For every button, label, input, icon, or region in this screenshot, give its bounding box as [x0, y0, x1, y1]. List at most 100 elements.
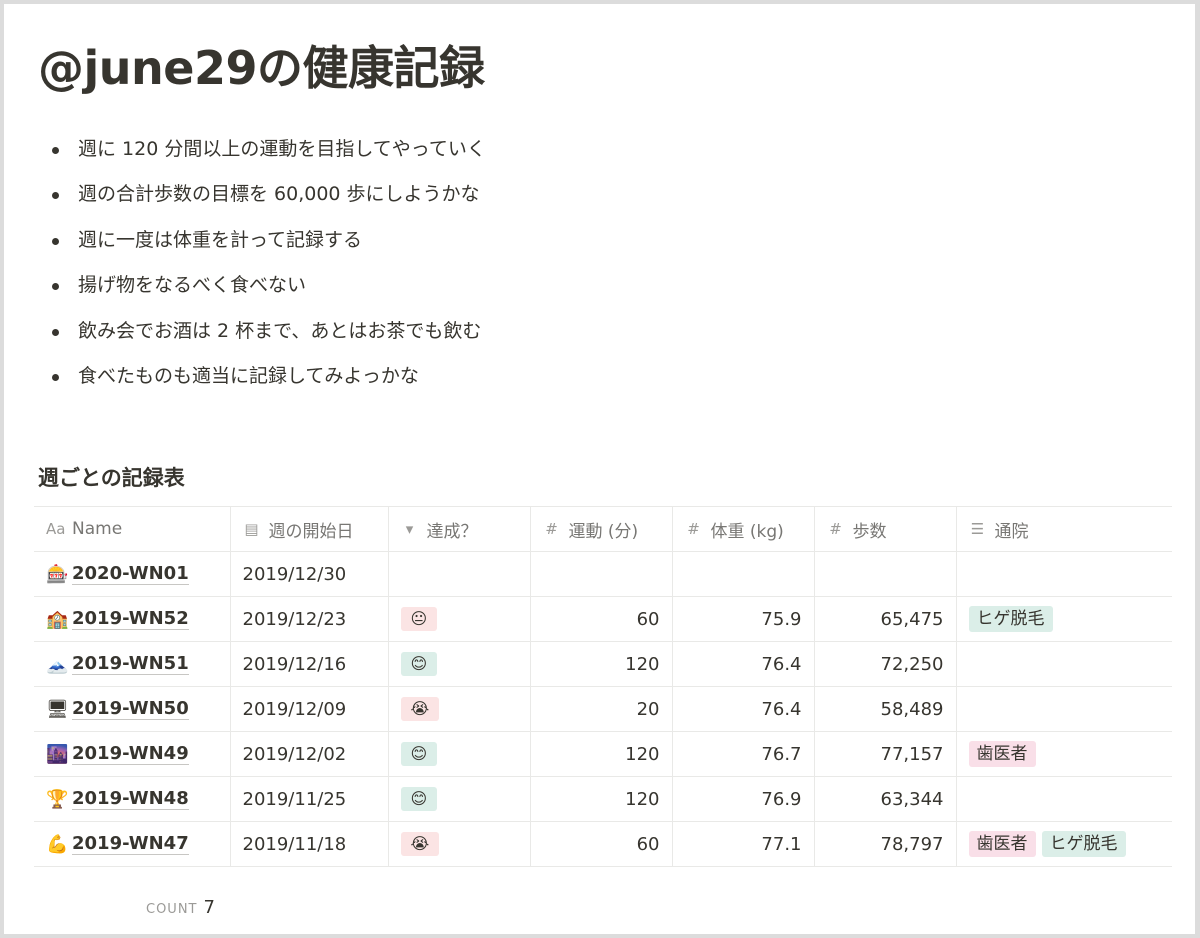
- list-item: 週の合計歩数の目標を 60,000 歩にしようかな: [46, 179, 486, 224]
- cell-exercise[interactable]: 120: [530, 641, 673, 687]
- cell-start-date[interactable]: 2019/11/25: [230, 776, 389, 822]
- cell-clinic[interactable]: [956, 686, 1172, 732]
- cell-exercise[interactable]: [530, 551, 673, 597]
- list-item-text: 飲み会でお酒は 2 杯まで、あとはお茶でも飲む: [78, 319, 482, 342]
- cell-name[interactable]: 🎰 2020-WN01: [34, 551, 231, 597]
- table-row[interactable]: 🏆 2019-WN48 2019/11/25 😊 120 76.9 63,344: [34, 776, 1172, 822]
- cell-clinic[interactable]: [956, 551, 1172, 597]
- number-icon: #: [829, 520, 842, 538]
- column-header-weight[interactable]: # 体重 (kg): [672, 506, 815, 552]
- table-row[interactable]: 🌆 2019-WN49 2019/12/02 😊 120 76.7 77,157 歯医者: [34, 731, 1172, 777]
- cell-clinic[interactable]: [956, 641, 1172, 687]
- cell-weight[interactable]: 76.4: [672, 641, 815, 687]
- page-emoji-icon: 🏆: [46, 788, 69, 810]
- cell-start-date[interactable]: 2019/11/18: [230, 821, 389, 867]
- cell-exercise[interactable]: 60: [530, 821, 673, 867]
- status-badge: 😭: [400, 832, 440, 856]
- cell-name[interactable]: 🖥 2019-WN50: [34, 686, 231, 732]
- cell-achieved[interactable]: 😐: [388, 596, 531, 642]
- list-item-text: 食べたものも適当に記録してみよっかな: [78, 364, 419, 387]
- cell-name[interactable]: 💪 2019-WN47: [34, 821, 231, 867]
- cell-clinic[interactable]: 歯医者 ヒゲ脱毛: [956, 821, 1172, 867]
- select-icon: ▾: [405, 520, 414, 538]
- cell-exercise[interactable]: 120: [530, 731, 673, 777]
- cell-steps[interactable]: 58,489: [814, 686, 957, 732]
- page-emoji-icon: 🎰: [46, 563, 69, 585]
- page-link[interactable]: 2019-WN48: [72, 788, 189, 811]
- column-header-achieved[interactable]: ▾ 達成？: [388, 506, 531, 552]
- cell-steps[interactable]: 65,475: [814, 596, 957, 642]
- list-item: 週に 120 分間以上の運動を目指してやっていく: [46, 134, 486, 179]
- table-row[interactable]: 🖥 2019-WN50 2019/12/09 😭 20 76.4 58,489: [34, 686, 1172, 732]
- cell-exercise[interactable]: 20: [530, 686, 673, 732]
- page-link[interactable]: 2019-WN50: [72, 698, 189, 721]
- status-badge: 😭: [400, 697, 440, 721]
- table-row[interactable]: 🗻 2019-WN51 2019/12/16 😊 120 76.4 72,250: [34, 641, 1172, 687]
- cell-achieved[interactable]: 😊: [388, 776, 531, 822]
- bullet-dot: [52, 147, 59, 154]
- cell-clinic[interactable]: ヒゲ脱毛: [956, 596, 1172, 642]
- cell-exercise[interactable]: 60: [530, 596, 673, 642]
- cell-name[interactable]: 🗻 2019-WN51: [34, 641, 231, 687]
- cell-steps[interactable]: 78,797: [814, 821, 957, 867]
- list-item: 食べたものも適当に記録してみよっかな: [46, 361, 486, 406]
- column-header-steps[interactable]: # 歩数: [814, 506, 957, 552]
- cell-achieved[interactable]: 😊: [388, 641, 531, 687]
- cell-weight[interactable]: 75.9: [672, 596, 815, 642]
- column-header-name[interactable]: Aa Name: [34, 506, 231, 552]
- table-count: COUNT 7: [146, 897, 215, 918]
- status-badge: 😐: [400, 607, 438, 631]
- cell-weight[interactable]: [672, 551, 815, 597]
- cell-clinic[interactable]: [956, 776, 1172, 822]
- number-icon: #: [545, 520, 558, 538]
- cell-achieved[interactable]: 😊: [388, 731, 531, 777]
- calendar-icon: ▤: [244, 520, 259, 538]
- page-link[interactable]: 2019-WN52: [72, 608, 189, 631]
- record-table: Aa Name ▤ 週の開始日 ▾ 達成？ # 運動 (分) # 体重 (kg) # 歩数 …: [34, 506, 1172, 867]
- cell-steps[interactable]: 77,157: [814, 731, 957, 777]
- page-link[interactable]: 2020-WN01: [72, 563, 189, 586]
- page-link[interactable]: 2019-WN51: [72, 653, 189, 676]
- cell-start-date[interactable]: 2019/12/16: [230, 641, 389, 687]
- cell-start-date[interactable]: 2019/12/23: [230, 596, 389, 642]
- cell-exercise[interactable]: 120: [530, 776, 673, 822]
- list-item-text: 揚げ物をなるべく食べない: [78, 274, 307, 297]
- cell-steps[interactable]: [814, 551, 957, 597]
- cell-name[interactable]: 🌆 2019-WN49: [34, 731, 231, 777]
- cell-steps[interactable]: 63,344: [814, 776, 957, 822]
- cell-achieved[interactable]: 😭: [388, 821, 531, 867]
- cell-start-date[interactable]: 2019/12/02: [230, 731, 389, 777]
- page-emoji-icon: 🖥: [46, 698, 69, 720]
- status-badge: 😊: [400, 787, 438, 811]
- cell-steps[interactable]: 72,250: [814, 641, 957, 687]
- bullet-dot: [52, 283, 59, 291]
- bullet-dot: [52, 237, 59, 245]
- page-link[interactable]: 2019-WN49: [72, 743, 189, 766]
- count-label: COUNT: [146, 902, 198, 917]
- column-header-clinic[interactable]: ☰ 通院: [956, 506, 1172, 552]
- list-item-text: 週に一度は体重を計って記録する: [78, 228, 363, 251]
- list-item-text: 週に 120 分間以上の運動を目指してやっていく: [78, 138, 486, 160]
- cell-weight[interactable]: 77.1: [672, 821, 815, 867]
- cell-name[interactable]: 🏆 2019-WN48: [34, 776, 231, 822]
- cell-achieved[interactable]: [388, 551, 531, 597]
- cell-start-date[interactable]: 2019/12/09: [230, 686, 389, 732]
- list-item-text: 週の合計歩数の目標を 60,000 歩にしようかな: [78, 183, 480, 206]
- cell-weight[interactable]: 76.7: [672, 731, 815, 777]
- table-row[interactable]: 🎰 2020-WN01 2019/12/30: [34, 551, 1172, 597]
- table-row[interactable]: 🏫 2019-WN52 2019/12/23 😐 60 75.9 65,475 ヒゲ脱毛: [34, 596, 1172, 642]
- table-row[interactable]: 💪 2019-WN47 2019/11/18 😭 60 77.1 78,797 歯医者 ヒゲ脱毛: [34, 821, 1172, 867]
- column-header-exercise[interactable]: # 運動 (分): [530, 506, 673, 552]
- cell-weight[interactable]: 76.9: [672, 776, 815, 822]
- cell-clinic[interactable]: 歯医者: [956, 731, 1172, 777]
- column-header-start-date[interactable]: ▤ 週の開始日: [230, 506, 389, 552]
- cell-start-date[interactable]: 2019/12/30: [230, 551, 389, 597]
- cell-name[interactable]: 🏫 2019-WN52: [34, 596, 231, 642]
- section-title: 週ごとの記録表: [38, 466, 185, 490]
- clinic-tag: 歯医者: [968, 741, 1036, 767]
- clinic-tag: ヒゲ脱毛: [1041, 831, 1126, 857]
- cell-weight[interactable]: 76.4: [672, 686, 815, 732]
- page-link[interactable]: 2019-WN47: [72, 833, 189, 856]
- goal-list: 週に 120 分間以上の運動を目指してやっていく 週の合計歩数の目標を 60,0…: [46, 134, 486, 406]
- cell-achieved[interactable]: 😭: [388, 686, 531, 732]
